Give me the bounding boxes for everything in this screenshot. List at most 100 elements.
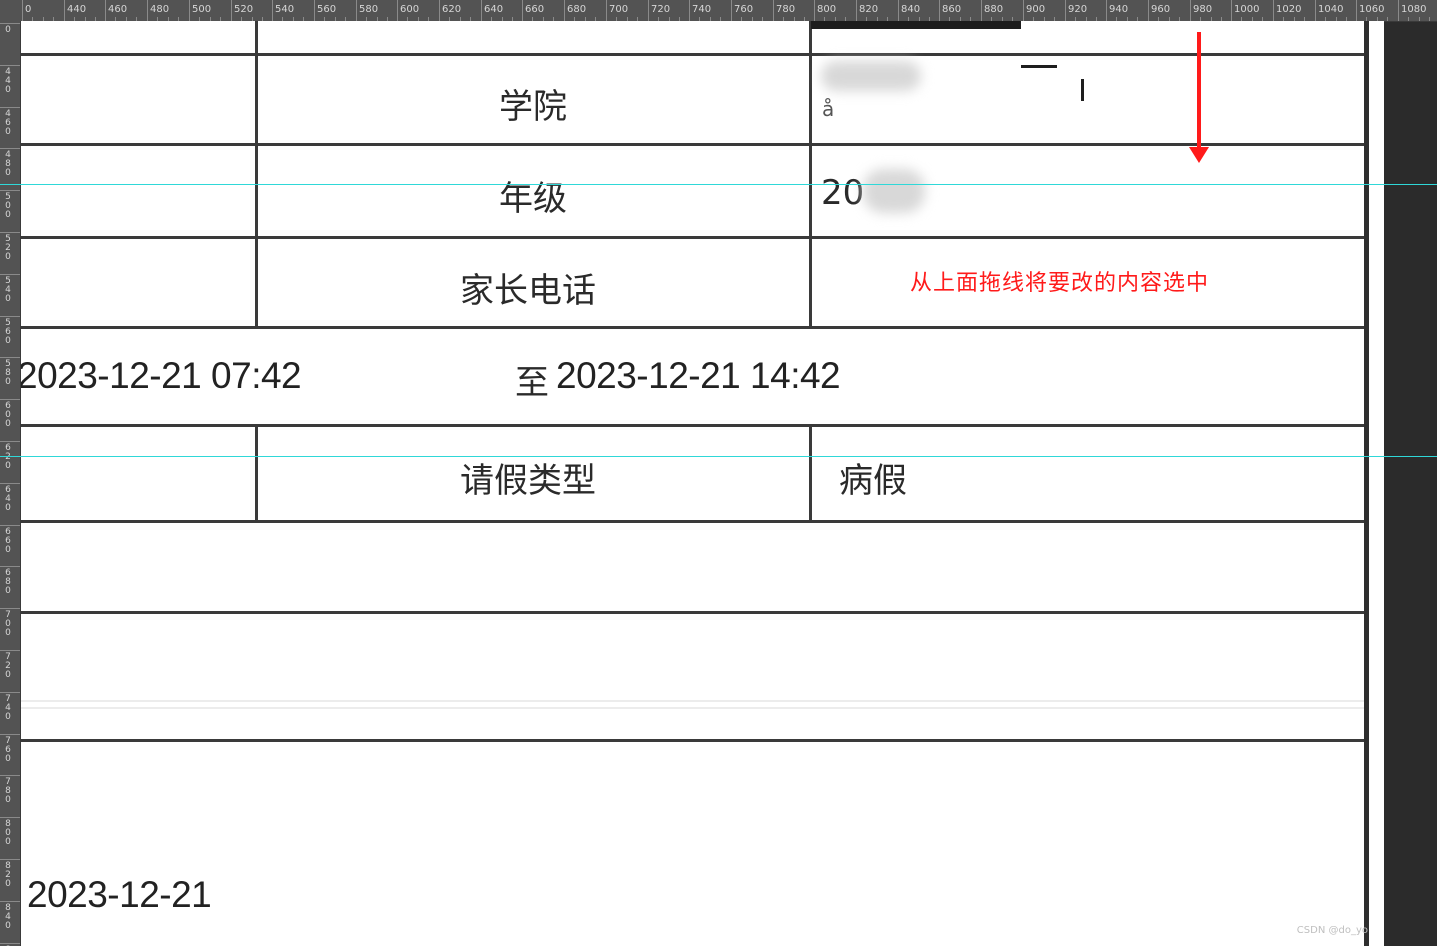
ruler-label: 700 <box>609 4 629 15</box>
ruler-tick <box>898 0 899 21</box>
bottom-date: 2023-12-21 <box>27 874 212 915</box>
table-line <box>21 236 1367 239</box>
ruler-label: 640 <box>5 485 11 513</box>
ruler-tick <box>1398 0 1399 21</box>
ruler-tick <box>648 0 649 21</box>
ruler-label: 620 <box>5 443 11 471</box>
ruler-label: 660 <box>5 527 11 555</box>
ruler-tick <box>189 0 190 21</box>
redacted-mark <box>1081 79 1084 101</box>
ruler-tick <box>0 107 20 108</box>
blurred-value <box>821 61 921 91</box>
grade-label: 年级 <box>499 179 567 219</box>
table-line <box>21 424 1367 427</box>
left-ruler[interactable]: 0 440 460 480 500 520 540 560 580 600 620 640 660 680… <box>0 21 21 946</box>
ruler-tick <box>0 817 20 818</box>
ruler-label: 1020 <box>1276 4 1302 15</box>
horizontal-guide-line[interactable] <box>0 456 1437 457</box>
ruler-tick <box>522 0 523 21</box>
ruler-tick <box>564 0 565 21</box>
ruler-label: 520 <box>5 234 11 262</box>
ruler-label: 680 <box>567 4 587 15</box>
ruler-label: 540 <box>275 4 295 15</box>
ruler-label: 800 <box>5 819 11 847</box>
redacted-mark <box>1021 65 1057 68</box>
ruler-label: 740 <box>692 4 712 15</box>
college-value: å <box>822 97 835 121</box>
ruler-label: 580 <box>5 359 11 387</box>
table-column-line <box>255 21 258 328</box>
ruler-label: 980 <box>1193 4 1213 15</box>
ruler-tick <box>147 0 148 21</box>
ruler-tick <box>314 0 315 21</box>
ruler-tick <box>1148 0 1149 21</box>
ruler-label: 540 <box>5 276 11 304</box>
ruler-minor-tick <box>1429 17 1430 21</box>
ruler-tick <box>1273 0 1274 21</box>
ruler-tick <box>0 650 20 651</box>
college-label: 学院 <box>499 87 567 127</box>
annotation-note: 从上面拖线将要改的内容选中 <box>910 271 1210 296</box>
ruler-tick <box>0 859 20 860</box>
ruler-tick <box>22 0 23 21</box>
ruler-tick <box>481 0 482 21</box>
ruler-tick <box>0 566 20 567</box>
table-line <box>21 326 1367 329</box>
ruler-label: 720 <box>5 652 11 680</box>
ruler-label: 440 <box>67 4 87 15</box>
time-separator: 至 <box>515 363 549 403</box>
ruler-minor-tick <box>1387 17 1388 21</box>
ruler-minor-tick <box>1408 17 1409 21</box>
ruler-label: 840 <box>5 903 11 931</box>
ruler-tick <box>0 399 20 400</box>
ruler-tick <box>0 608 20 609</box>
annotation-arrow-shaft <box>1197 32 1201 149</box>
ruler-label: 780 <box>5 777 11 805</box>
ruler-label: 560 <box>5 318 11 346</box>
ruler-label: 560 <box>317 4 337 15</box>
ruler-tick <box>397 0 398 21</box>
ruler-tick <box>981 0 982 21</box>
top-ruler[interactable]: 0 440 460 480 500 520 540 560 580 600 620 640 660 680… <box>0 0 1437 22</box>
ruler-tick <box>0 190 20 191</box>
ruler-tick <box>0 901 20 902</box>
ruler-tick <box>1190 0 1191 21</box>
ruler-tick <box>0 65 20 66</box>
ruler-tick <box>731 0 732 21</box>
ruler-tick <box>0 274 20 275</box>
ruler-tick <box>1065 0 1066 21</box>
ruler-tick <box>814 0 815 21</box>
ruler-label: 860 <box>942 4 962 15</box>
document-canvas[interactable]: 学院 å 年级 20 家长电话 从上面拖线将要改的内容选中 2023-12-21… <box>21 21 1384 946</box>
ruler-tick <box>439 0 440 21</box>
ruler-label: 720 <box>651 4 671 15</box>
ruler-label: 620 <box>442 4 462 15</box>
table-line <box>21 143 1367 146</box>
ruler-tick <box>0 316 20 317</box>
ruler-label: 920 <box>1068 4 1088 15</box>
ruler-tick <box>0 232 20 233</box>
ruler-label: 600 <box>5 401 11 429</box>
ruler-label: 680 <box>5 568 11 596</box>
table-column-line <box>809 424 812 523</box>
ruler-label: 480 <box>5 150 11 178</box>
ruler-label: 760 <box>734 4 754 15</box>
ruler-tick <box>0 775 20 776</box>
ruler-label: 600 <box>400 4 420 15</box>
ruler-tick <box>856 0 857 21</box>
ruler-label: 880 <box>984 4 1004 15</box>
blurred-value <box>863 169 925 213</box>
table-line <box>21 611 1367 614</box>
ruler-label: 1040 <box>1318 4 1344 15</box>
leave-end-time: 2023-12-21 14:42 <box>556 355 841 396</box>
ruler-label: 500 <box>5 192 11 220</box>
ruler-label: 500 <box>192 4 212 15</box>
ruler-label: 660 <box>525 4 545 15</box>
arrow-down-icon <box>1189 147 1209 163</box>
leave-type-value: 病假 <box>839 461 907 501</box>
ruler-tick <box>0 525 20 526</box>
ruler-label: 800 <box>817 4 837 15</box>
table-column-line <box>809 21 812 328</box>
horizontal-guide-line[interactable] <box>0 184 1437 185</box>
ruler-label: 460 <box>5 109 11 137</box>
